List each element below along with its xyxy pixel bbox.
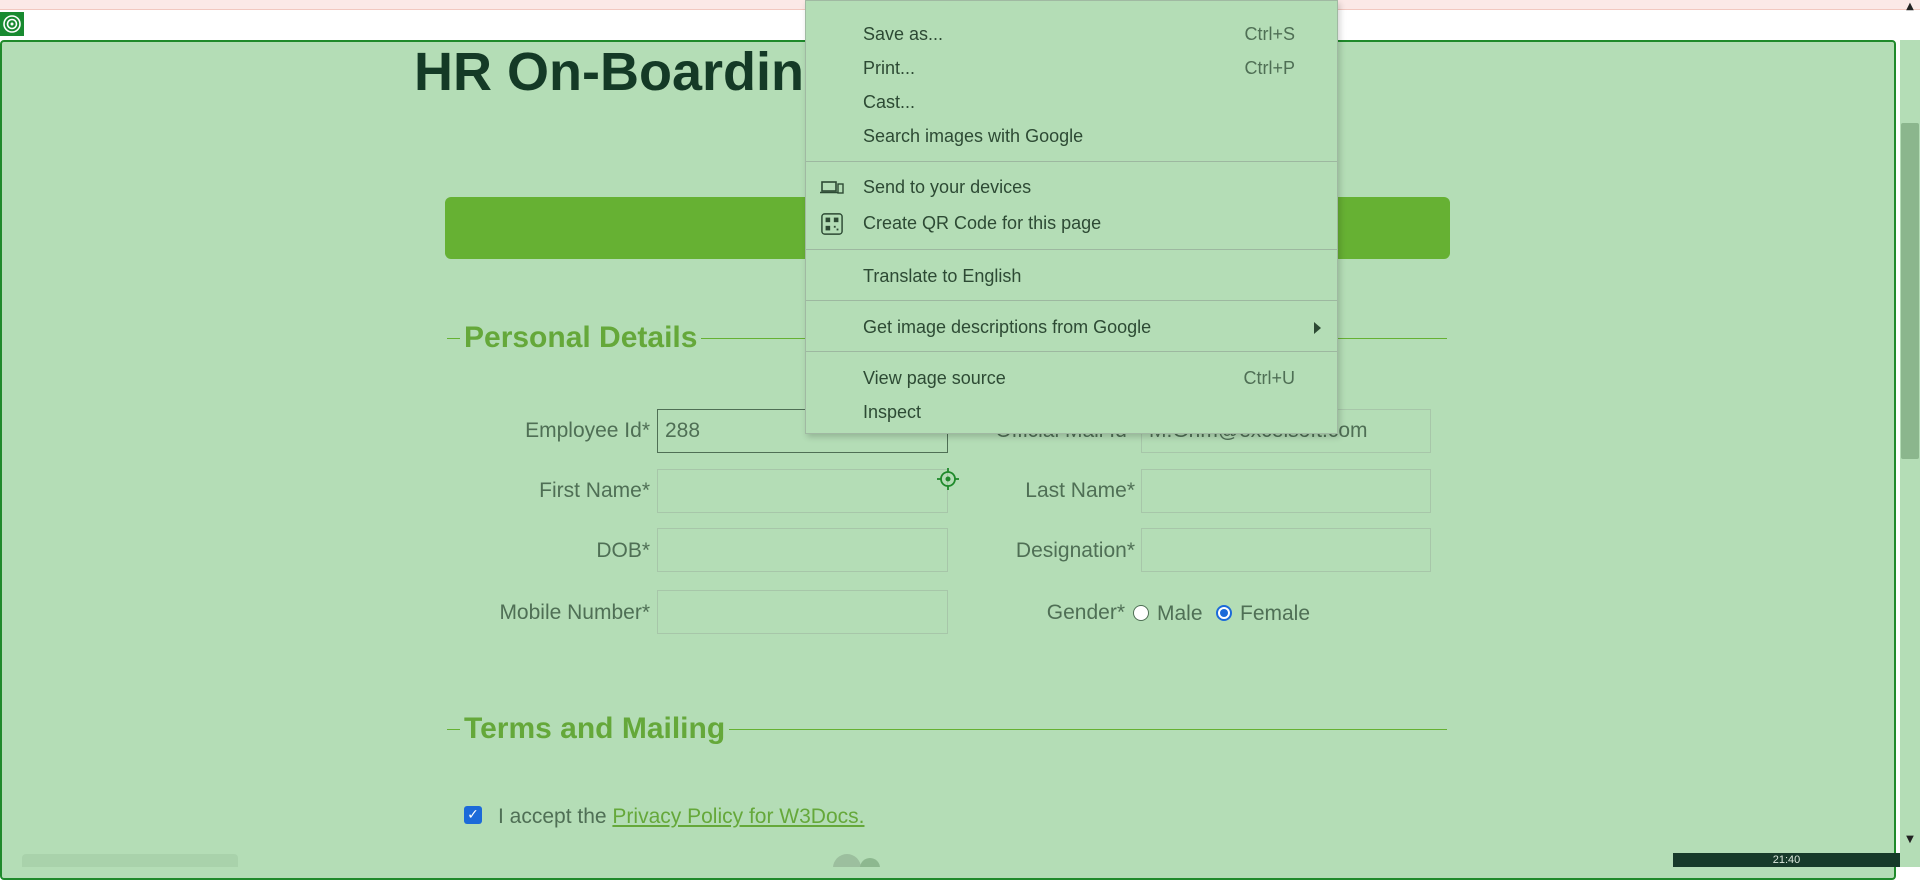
employee-id-label: Employee Id* <box>525 419 650 442</box>
menu-shortcut: Ctrl+P <box>1244 58 1295 78</box>
scroll-up-icon[interactable]: ▲ <box>1901 0 1919 14</box>
menu-item-create-qr-code[interactable]: Create QR Code for this page <box>806 209 1337 239</box>
designation-input[interactable] <box>1141 528 1431 572</box>
gender-male-radio[interactable] <box>1133 605 1149 621</box>
accept-prefix: I accept the <box>498 805 607 828</box>
menu-label: Inspect <box>863 402 922 422</box>
section-title-personal: Personal Details <box>460 320 702 356</box>
menu-label: Search images with Google <box>863 126 1084 146</box>
page-title: HR On-Boarding <box>414 42 837 102</box>
menu-item-search-images[interactable]: Search images with Google <box>806 122 1337 152</box>
menu-item-inspect[interactable]: Inspect <box>806 398 1337 428</box>
menu-separator <box>806 351 1337 352</box>
menu-shortcut: Ctrl+U <box>1243 368 1295 388</box>
menu-item-print[interactable]: Print... Ctrl+P <box>806 54 1337 84</box>
target-icon[interactable] <box>0 12 24 36</box>
bottom-tab[interactable] <box>22 854 238 867</box>
menu-separator <box>806 249 1337 250</box>
menu-item-translate[interactable]: Translate to English <box>806 262 1337 292</box>
privacy-checkbox[interactable]: ✓ <box>464 806 482 824</box>
menu-shortcut: Ctrl+S <box>1244 24 1295 44</box>
menu-item-cast[interactable]: Cast... <box>806 88 1337 118</box>
menu-item-image-descriptions[interactable]: Get image descriptions from Google <box>806 313 1337 343</box>
menu-label: Print... <box>863 58 916 78</box>
menu-label: Save as... <box>863 24 944 44</box>
gender-label: Gender* <box>1046 601 1125 624</box>
taskbar-clock: 21:40 <box>1673 853 1900 867</box>
menu-label: Get image descriptions from Google <box>863 317 1152 337</box>
menu-label: View page source <box>863 368 1006 388</box>
privacy-policy-link[interactable]: Privacy Policy for W3Docs. <box>612 805 864 828</box>
scroll-down-icon[interactable]: ▼ <box>1901 833 1919 847</box>
devices-icon <box>820 181 844 194</box>
designation-label: Designation* <box>1015 539 1135 562</box>
gender-male-label: Male <box>1157 602 1203 625</box>
menu-separator <box>806 161 1337 162</box>
gender-female-radio[interactable] <box>1216 605 1232 621</box>
context-menu: Save as... Ctrl+S Print... Ctrl+P Cast..… <box>805 0 1338 434</box>
menu-item-view-source[interactable]: View page source Ctrl+U <box>806 364 1337 394</box>
privacy-accept-text: I accept the Privacy Policy for W3Docs. <box>498 804 864 829</box>
menu-separator <box>806 300 1337 301</box>
menu-label: Send to your devices <box>863 177 1032 197</box>
dob-label: DOB* <box>596 539 650 562</box>
menu-label: Create QR Code for this page <box>863 213 1102 233</box>
crosshair-icon <box>937 468 959 490</box>
menu-label: Translate to English <box>863 266 1022 286</box>
section-title-terms: Terms and Mailing <box>460 711 730 747</box>
last-name-input[interactable] <box>1141 469 1431 513</box>
menu-item-send-to-devices[interactable]: Send to your devices <box>806 173 1337 203</box>
first-name-label: First Name* <box>539 479 650 502</box>
scrollbar-thumb[interactable] <box>1901 123 1919 459</box>
qr-code-icon <box>821 213 843 235</box>
dob-input[interactable] <box>657 528 948 572</box>
first-name-input[interactable] <box>657 469 948 513</box>
mobile-number-input[interactable] <box>657 590 948 634</box>
submenu-arrow-icon <box>1314 322 1321 334</box>
menu-label: Cast... <box>863 92 916 112</box>
gender-female-label: Female <box>1240 602 1311 625</box>
partial-row-icons <box>833 854 880 867</box>
mobile-number-label: Mobile Number* <box>499 601 650 624</box>
menu-item-save-as[interactable]: Save as... Ctrl+S <box>806 20 1337 50</box>
